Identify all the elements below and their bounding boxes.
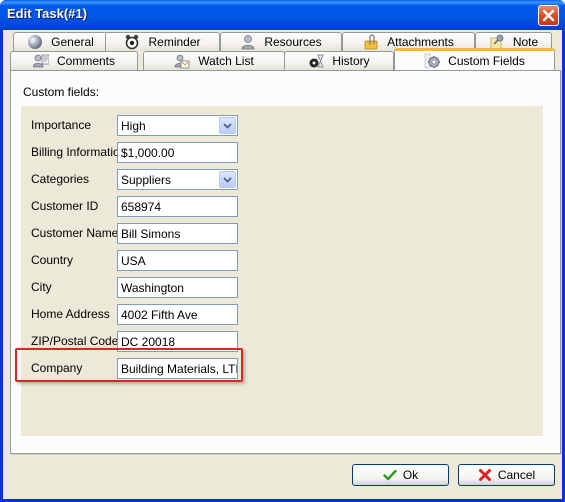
- field-row-home-address: Home Address 4002 Fifth Ave: [21, 304, 261, 326]
- importance-dropdown[interactable]: High: [117, 115, 238, 136]
- field-label: Country: [31, 253, 74, 267]
- tab-resources[interactable]: Resources: [220, 32, 342, 51]
- tab-label: History: [332, 54, 370, 68]
- field-label: Categories: [31, 172, 90, 186]
- cross-icon: [478, 469, 491, 481]
- field-label: Home Address: [31, 307, 110, 321]
- tab-comments[interactable]: Comments: [10, 51, 138, 70]
- custom-fields-label: Custom fields:: [23, 85, 100, 99]
- history-icon: [309, 54, 324, 68]
- dropdown-button[interactable]: [219, 117, 236, 134]
- alarm-clock-icon: [126, 34, 139, 50]
- field-label: City: [31, 280, 52, 294]
- country-input[interactable]: USA: [117, 250, 238, 271]
- cancel-button[interactable]: Cancel: [458, 464, 555, 486]
- chevron-down-icon: [223, 176, 232, 183]
- close-button[interactable]: [538, 5, 559, 26]
- customer-name-input[interactable]: Bill Simons: [117, 223, 238, 244]
- tab-watch-list[interactable]: Watch List: [143, 51, 285, 70]
- field-row-categories: Categories Suppliers: [21, 169, 261, 191]
- sphere-icon: [28, 35, 43, 49]
- field-row-company: Company Building Materials, LTD: [21, 358, 261, 380]
- dropdown-value: Suppliers: [121, 173, 172, 187]
- tab-custom-fields[interactable]: Custom Fields: [394, 48, 555, 70]
- tab-label: Watch List: [198, 54, 254, 68]
- chevron-down-icon: [223, 122, 232, 129]
- field-row-importance: Importance High: [21, 115, 261, 137]
- company-input[interactable]: Building Materials, LTD: [117, 358, 238, 379]
- field-row-customer-name: Customer Name Bill Simons: [21, 223, 261, 245]
- ok-label: Ok: [402, 468, 419, 482]
- paperclip-folder-icon: [364, 34, 378, 50]
- custom-fields-panel: Importance High Billing Information $1,0…: [21, 106, 543, 436]
- window-title: Edit Task(#1): [7, 6, 87, 21]
- comments-icon: [32, 54, 49, 68]
- field-label: Customer Name: [31, 226, 119, 240]
- customer-id-input[interactable]: 658974: [117, 196, 238, 217]
- cancel-label: Cancel: [497, 468, 536, 482]
- edit-task-dialog: Edit Task(#1) General Reminder Resources…: [0, 0, 565, 502]
- tab-reminder[interactable]: Reminder: [105, 32, 220, 51]
- field-label: Billing Information: [31, 145, 127, 159]
- tab-label: Note: [512, 35, 539, 49]
- billing-information-input[interactable]: $1,000.00: [117, 142, 238, 163]
- field-row-city: City Washington: [21, 277, 261, 299]
- home-address-input[interactable]: 4002 Fifth Ave: [117, 304, 238, 325]
- tab-history[interactable]: History: [284, 51, 394, 70]
- tab-label: Comments: [56, 54, 115, 68]
- ok-button[interactable]: Ok: [352, 464, 449, 486]
- tab-general[interactable]: General: [13, 32, 108, 51]
- dialog-client-area: General Reminder Resources Attachments N…: [3, 30, 562, 499]
- person-icon: [241, 35, 255, 50]
- field-row-customer-id: Customer ID 658974: [21, 196, 261, 218]
- watch-list-icon: [174, 54, 190, 69]
- tab-label: General: [51, 35, 94, 49]
- checkmark-icon: [383, 469, 397, 481]
- dropdown-value: High: [121, 119, 146, 133]
- tab-label: Reminder: [148, 35, 201, 49]
- field-row-billing-information: Billing Information $1,000.00: [21, 142, 261, 164]
- close-icon: [542, 9, 555, 22]
- custom-fields-tab-page: Custom fields: Importance High Billing I…: [10, 70, 561, 454]
- tab-label: Attachments: [387, 35, 454, 49]
- tab-label: Custom Fields: [448, 53, 525, 68]
- categories-dropdown[interactable]: Suppliers: [117, 169, 238, 190]
- tab-label: Resources: [264, 35, 322, 49]
- field-row-country: Country USA: [21, 250, 261, 272]
- field-row-zip-postal-code: ZIP/Postal Code DC 20018: [21, 331, 261, 353]
- zip-postal-code-input[interactable]: DC 20018: [117, 331, 238, 352]
- field-label: Importance: [31, 118, 92, 132]
- gear-icon: [424, 53, 441, 68]
- field-label: Customer ID: [31, 199, 99, 213]
- dropdown-button[interactable]: [219, 171, 236, 188]
- field-label: Company: [31, 361, 83, 375]
- city-input[interactable]: Washington: [117, 277, 238, 298]
- field-label: ZIP/Postal Code: [31, 334, 119, 348]
- title-bar[interactable]: Edit Task(#1): [0, 0, 565, 30]
